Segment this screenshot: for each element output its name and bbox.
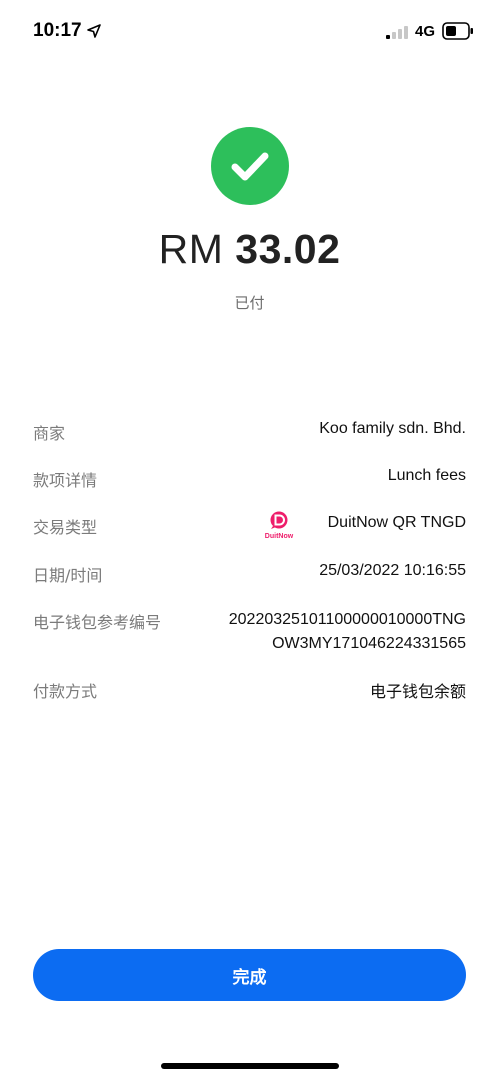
wallet-reference-line-2: OW3MY171046224331565 bbox=[272, 635, 466, 652]
datetime-value: 25/03/2022 10:16:55 bbox=[319, 562, 466, 579]
signal-icon bbox=[386, 26, 408, 39]
wallet-reference-label: 电子钱包参考编号 bbox=[33, 613, 162, 632]
duitnow-logo: DuitNow bbox=[265, 511, 294, 540]
currency-label: RM bbox=[158, 226, 224, 272]
done-button[interactable]: 完成 bbox=[33, 949, 466, 1001]
success-check-icon bbox=[211, 127, 289, 205]
payment-details-value: Lunch fees bbox=[387, 467, 466, 484]
payment-details-label: 款项详情 bbox=[33, 471, 98, 490]
merchant-value: Koo family sdn. Bhd. bbox=[319, 420, 466, 437]
wallet-reference-value: 20220325101100000010000TNG OW3MY17104622… bbox=[229, 608, 466, 656]
status-time: 10:17 bbox=[33, 20, 82, 41]
amount-value: 33.02 bbox=[235, 226, 341, 272]
transaction-type-label: 交易类型 bbox=[33, 518, 98, 537]
payment-method-value: 电子钱包余额 bbox=[369, 682, 466, 701]
network-label: 4G bbox=[415, 23, 436, 40]
location-arrow-icon bbox=[87, 24, 101, 38]
transaction-type-value: DuitNow QR TNGD bbox=[327, 514, 466, 531]
duitnow-logo-text: DuitNow bbox=[265, 533, 294, 540]
merchant-label: 商家 bbox=[33, 424, 66, 443]
wallet-reference-line-1: 20220325101100000010000TNG bbox=[228, 611, 466, 628]
payment-amount: RM 33.02 bbox=[0, 226, 499, 273]
home-indicator bbox=[161, 1063, 339, 1069]
payment-status: 已付 bbox=[234, 294, 265, 312]
battery-icon bbox=[442, 22, 473, 40]
payment-method-label: 付款方式 bbox=[33, 682, 98, 701]
status-bar: 10:17 4G bbox=[0, 0, 499, 64]
datetime-label: 日期/时间 bbox=[33, 566, 103, 585]
